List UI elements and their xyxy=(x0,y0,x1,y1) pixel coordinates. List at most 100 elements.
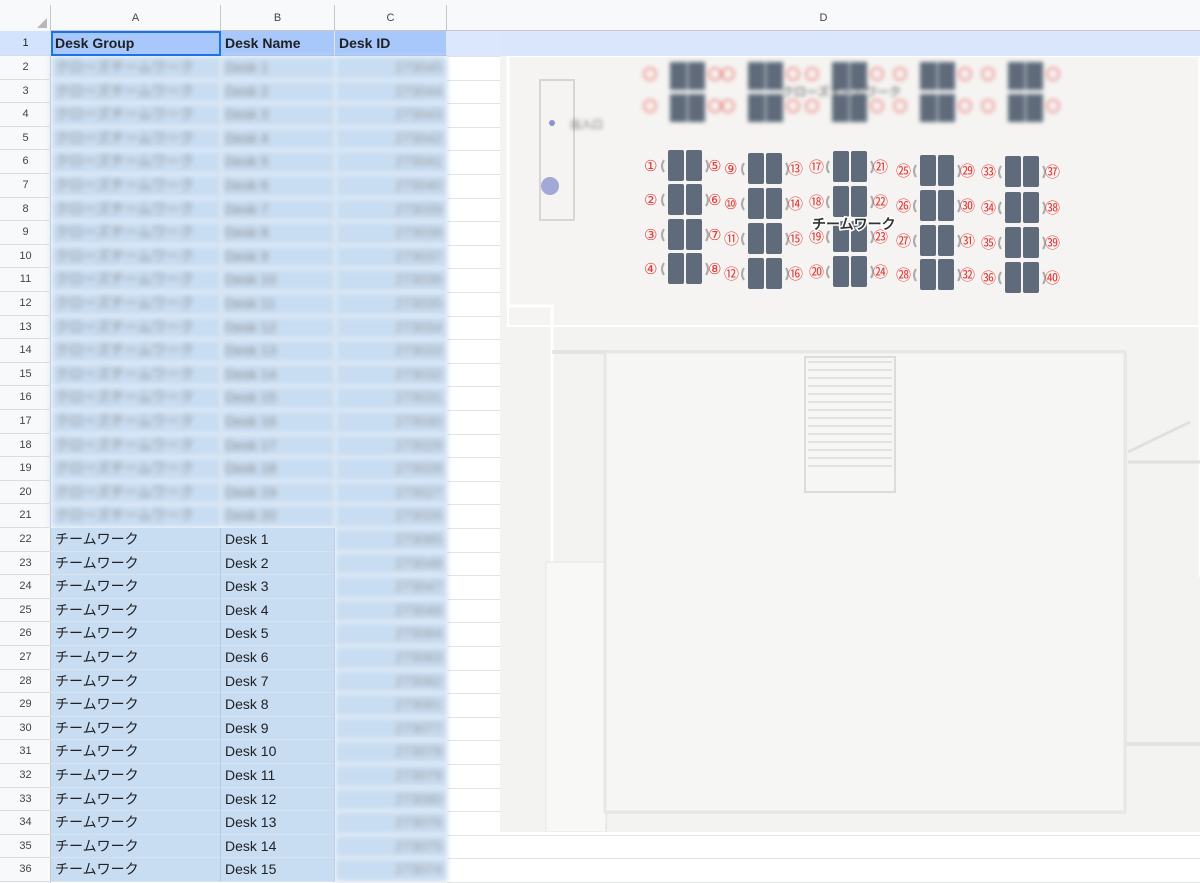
desk-name-cell[interactable]: Desk 1 xyxy=(221,528,335,552)
desk-name-cell[interactable]: Desk 4 xyxy=(221,598,335,623)
row-header[interactable]: 1 xyxy=(0,31,51,56)
row-header[interactable]: 23 xyxy=(0,552,51,576)
desk-name-cell[interactable]: Desk 15 xyxy=(221,858,335,882)
desk-id-cell[interactable]: 273035 xyxy=(335,292,447,316)
row-header[interactable]: 5 xyxy=(0,127,51,151)
row-header[interactable]: 16 xyxy=(0,386,51,410)
desk-group-cell[interactable]: クローズチームワーク xyxy=(51,197,221,222)
header-cell-desk-group[interactable]: Desk Group xyxy=(51,31,221,56)
desk-name-cell[interactable]: Desk 14 xyxy=(221,834,335,859)
row-header[interactable]: 35 xyxy=(0,835,51,859)
desk-group-cell[interactable]: クローズチームワーク xyxy=(51,103,221,127)
desk-group-cell[interactable]: クローズチームワーク xyxy=(51,362,221,387)
desk-id-cell[interactable]: 273077 xyxy=(335,716,447,741)
desk-id-cell[interactable]: 273034 xyxy=(335,315,447,340)
desk-id-cell[interactable]: 273045 xyxy=(335,56,447,80)
desk-group-cell[interactable]: クローズチームワーク xyxy=(51,315,221,340)
desk-group-cell[interactable]: クローズチームワーク xyxy=(51,268,221,292)
desk-id-cell[interactable]: 273039 xyxy=(335,197,447,222)
row-header[interactable]: 26 xyxy=(0,622,51,646)
desk-id-cell[interactable]: 273042 xyxy=(335,126,447,151)
desk-name-cell[interactable]: Desk 10 xyxy=(221,740,335,764)
desk-group-cell[interactable]: チームワーク xyxy=(51,764,221,788)
desk-name-cell[interactable]: Desk 4 xyxy=(221,126,335,151)
row-header[interactable]: 24 xyxy=(0,575,51,599)
desk-id-cell[interactable]: 273043 xyxy=(335,103,447,127)
desk-group-cell[interactable]: クローズチームワーク xyxy=(51,292,221,316)
desk-id-cell[interactable]: 273046 xyxy=(335,598,447,623)
row-header[interactable]: 8 xyxy=(0,198,51,222)
desk-name-cell[interactable]: Desk 9 xyxy=(221,244,335,269)
column-header-d[interactable]: D xyxy=(447,5,1200,31)
desk-group-cell[interactable]: チームワーク xyxy=(51,693,221,717)
desk-group-cell[interactable]: クローズチームワーク xyxy=(51,339,221,363)
desk-group-cell[interactable]: クローズチームワーク xyxy=(51,150,221,174)
header-cell-desk-name[interactable]: Desk Name xyxy=(221,31,335,56)
desk-id-cell[interactable]: 273076 xyxy=(335,811,447,835)
column-header-a[interactable]: A xyxy=(51,5,221,31)
desk-group-cell[interactable]: チームワーク xyxy=(51,575,221,599)
desk-id-cell[interactable]: 273080 xyxy=(335,787,447,812)
desk-name-cell[interactable]: Desk 17 xyxy=(221,433,335,458)
desk-name-cell[interactable]: Desk 15 xyxy=(221,386,335,410)
desk-name-cell[interactable]: Desk 20 xyxy=(221,504,335,528)
column-header-c[interactable]: C xyxy=(335,5,447,31)
desk-group-cell[interactable]: クローズチームワーク xyxy=(51,221,221,245)
desk-name-cell[interactable]: Desk 12 xyxy=(221,315,335,340)
desk-id-cell[interactable]: 273033 xyxy=(335,339,447,363)
row-header[interactable]: 15 xyxy=(0,363,51,387)
row-header[interactable]: 32 xyxy=(0,764,51,788)
desk-group-cell[interactable]: チームワーク xyxy=(51,528,221,552)
desk-group-cell[interactable]: クローズチームワーク xyxy=(51,410,221,434)
desk-name-cell[interactable]: Desk 9 xyxy=(221,716,335,741)
desk-name-cell[interactable]: Desk 7 xyxy=(221,197,335,222)
desk-group-cell[interactable]: チームワーク xyxy=(51,740,221,764)
desk-id-cell[interactable]: 273030 xyxy=(335,410,447,434)
desk-id-cell[interactable]: 273038 xyxy=(335,221,447,245)
header-cell-desk-id[interactable]: Desk ID xyxy=(335,31,447,56)
desk-group-cell[interactable]: チームワーク xyxy=(51,669,221,694)
row-header[interactable]: 11 xyxy=(0,268,51,292)
desk-id-cell[interactable]: 273078 xyxy=(335,740,447,764)
desk-group-cell[interactable]: チームワーク xyxy=(51,622,221,646)
row-header[interactable]: 17 xyxy=(0,410,51,434)
desk-group-cell[interactable]: クローズチームワーク xyxy=(51,386,221,410)
floor-plan-image[interactable]: 出入口 クローズチームワーク ① ⑤ ② ⑥ ③ ⑦ ④ ⑧ ⑨ ⑬ ⑩ ⑭ ⑪ ⑮ ⑫ ⑯ ⑰ ㉑ ⑱ ㉒ ⑲ ㉓ ⑳ ㉔㉕㉙㉖… xyxy=(500,32,1200,832)
row-header[interactable]: 13 xyxy=(0,316,51,340)
row-header[interactable]: 28 xyxy=(0,670,51,694)
desk-name-cell[interactable]: Desk 1 xyxy=(221,56,335,80)
desk-name-cell[interactable]: Desk 18 xyxy=(221,457,335,481)
row-header[interactable]: 10 xyxy=(0,245,51,269)
desk-name-cell[interactable]: Desk 7 xyxy=(221,669,335,694)
desk-id-cell[interactable]: 273029 xyxy=(335,433,447,458)
desk-name-cell[interactable]: Desk 12 xyxy=(221,787,335,812)
desk-group-cell[interactable]: クローズチームワーク xyxy=(51,244,221,269)
desk-group-cell[interactable]: チームワーク xyxy=(51,551,221,576)
desk-id-cell[interactable]: 273047 xyxy=(335,575,447,599)
desk-id-cell[interactable]: 273041 xyxy=(335,150,447,174)
desk-id-cell[interactable]: 273032 xyxy=(335,362,447,387)
desk-id-cell[interactable]: 273027 xyxy=(335,480,447,505)
desk-name-cell[interactable]: Desk 11 xyxy=(221,764,335,788)
desk-id-cell[interactable]: 273036 xyxy=(335,268,447,292)
desk-name-cell[interactable]: Desk 10 xyxy=(221,268,335,292)
desk-name-cell[interactable]: Desk 2 xyxy=(221,551,335,576)
desk-group-cell[interactable]: チームワーク xyxy=(51,787,221,812)
desk-group-cell[interactable]: クローズチームワーク xyxy=(51,126,221,151)
desk-group-cell[interactable]: チームワーク xyxy=(51,811,221,835)
desk-id-cell[interactable]: 273081 xyxy=(335,693,447,717)
desk-group-cell[interactable]: クローズチームワーク xyxy=(51,504,221,528)
row-header[interactable]: 3 xyxy=(0,80,51,104)
desk-group-cell[interactable]: チームワーク xyxy=(51,598,221,623)
row-header[interactable]: 12 xyxy=(0,292,51,316)
desk-id-cell[interactable]: 273083 xyxy=(335,646,447,670)
desk-name-cell[interactable]: Desk 8 xyxy=(221,221,335,245)
desk-id-cell[interactable]: 273085 xyxy=(335,528,447,552)
row-header[interactable]: 4 xyxy=(0,103,51,127)
desk-id-cell[interactable]: 273084 xyxy=(335,622,447,646)
row-header[interactable]: 22 xyxy=(0,528,51,552)
desk-group-cell[interactable]: チームワーク xyxy=(51,858,221,882)
row-header[interactable]: 7 xyxy=(0,174,51,198)
row-header[interactable]: 36 xyxy=(0,858,51,882)
desk-id-cell[interactable]: 273026 xyxy=(335,504,447,528)
